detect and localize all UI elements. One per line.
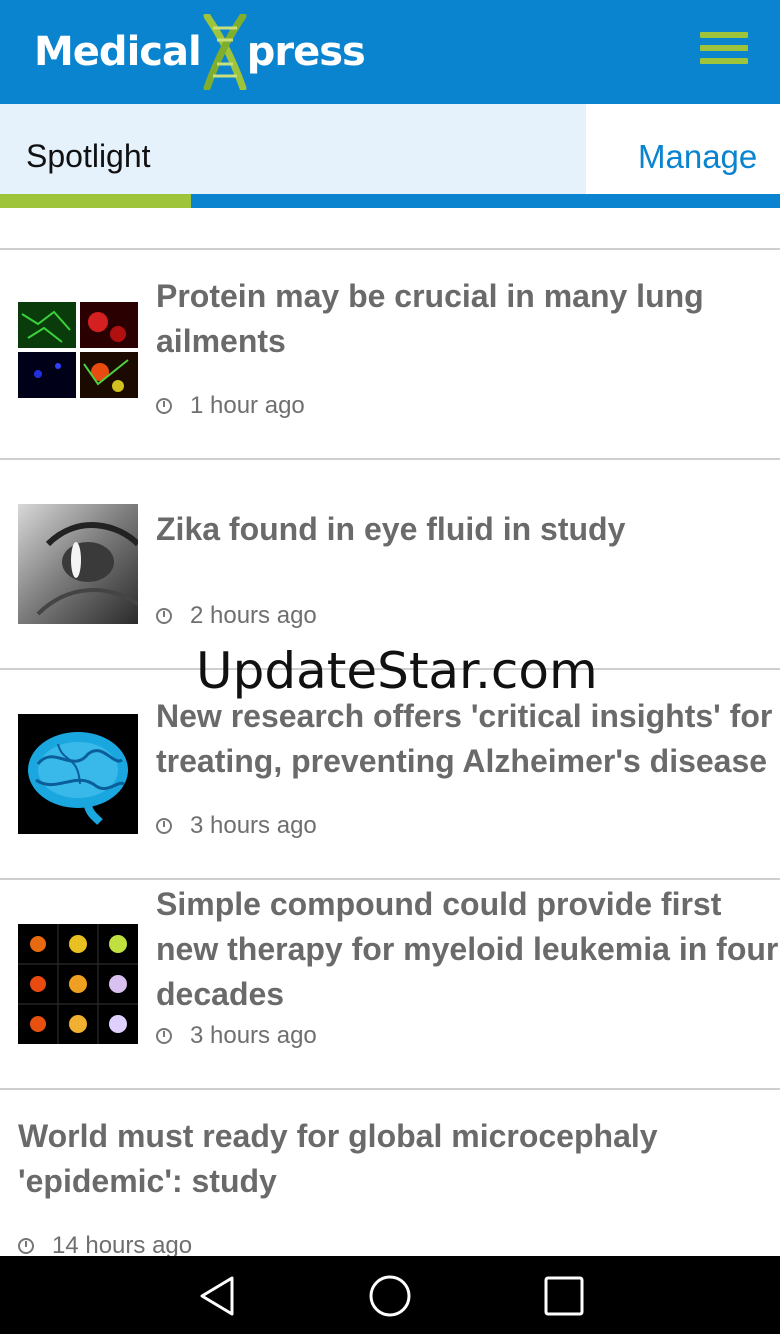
article-feed[interactable]: Protein may be crucial in many lung ailm… xyxy=(0,208,780,1256)
article-timestamp: 3 hours ago xyxy=(156,1022,317,1050)
recents-icon[interactable] xyxy=(542,1274,586,1318)
divider xyxy=(0,458,780,460)
clock-icon xyxy=(18,1238,34,1254)
clock-icon xyxy=(156,1028,172,1044)
home-icon[interactable] xyxy=(368,1274,412,1318)
article-time-text: 14 hours ago xyxy=(52,1232,193,1256)
article-thumbnail xyxy=(18,714,138,834)
article-time-text: 3 hours ago xyxy=(190,812,317,839)
system-navigation-bar xyxy=(0,1256,780,1334)
article-thumbnail xyxy=(18,504,138,624)
divider xyxy=(0,878,780,880)
hamburger-menu-icon[interactable] xyxy=(700,32,748,72)
article-title[interactable]: New research offers 'critical insights' … xyxy=(156,694,780,784)
logo-text-right: press xyxy=(246,29,366,75)
tab-spotlight-label: Spotlight xyxy=(26,138,151,174)
article-title[interactable]: World must ready for global microcephaly… xyxy=(18,1114,758,1204)
article-timestamp: 2 hours ago xyxy=(156,602,317,630)
tab-indicator-active xyxy=(0,194,191,208)
article-time-text: 2 hours ago xyxy=(190,602,317,629)
logo-text-left: Medical xyxy=(34,29,202,75)
article-title[interactable]: Protein may be crucial in many lung ailm… xyxy=(156,274,780,364)
article-thumbnail xyxy=(18,924,138,1044)
article-thumbnail xyxy=(18,294,138,414)
article-timestamp: 3 hours ago xyxy=(156,812,317,840)
article-timestamp: 1 hour ago xyxy=(156,392,305,420)
article-time-text: 3 hours ago xyxy=(190,1022,317,1049)
tab-spotlight[interactable]: Spotlight xyxy=(0,104,586,194)
dna-x-icon xyxy=(203,14,247,90)
tab-manage[interactable]: Manage xyxy=(638,138,757,176)
medicalxpress-logo[interactable]: Medical press xyxy=(34,14,366,90)
divider xyxy=(0,1088,780,1090)
watermark-text: UpdateStar.com xyxy=(196,642,598,700)
clock-icon xyxy=(156,398,172,414)
clock-icon xyxy=(156,608,172,624)
tab-bar: Spotlight Manage xyxy=(0,104,780,208)
app-bar: Medical press xyxy=(0,0,780,104)
article-title[interactable]: Simple compound could provide first new … xyxy=(156,882,780,1017)
divider xyxy=(0,248,780,250)
back-icon[interactable] xyxy=(196,1274,240,1318)
article-time-text: 1 hour ago xyxy=(190,392,305,419)
clock-icon xyxy=(156,818,172,834)
article-timestamp: 14 hours ago xyxy=(18,1232,192,1256)
article-title[interactable]: Zika found in eye fluid in study xyxy=(156,507,780,552)
